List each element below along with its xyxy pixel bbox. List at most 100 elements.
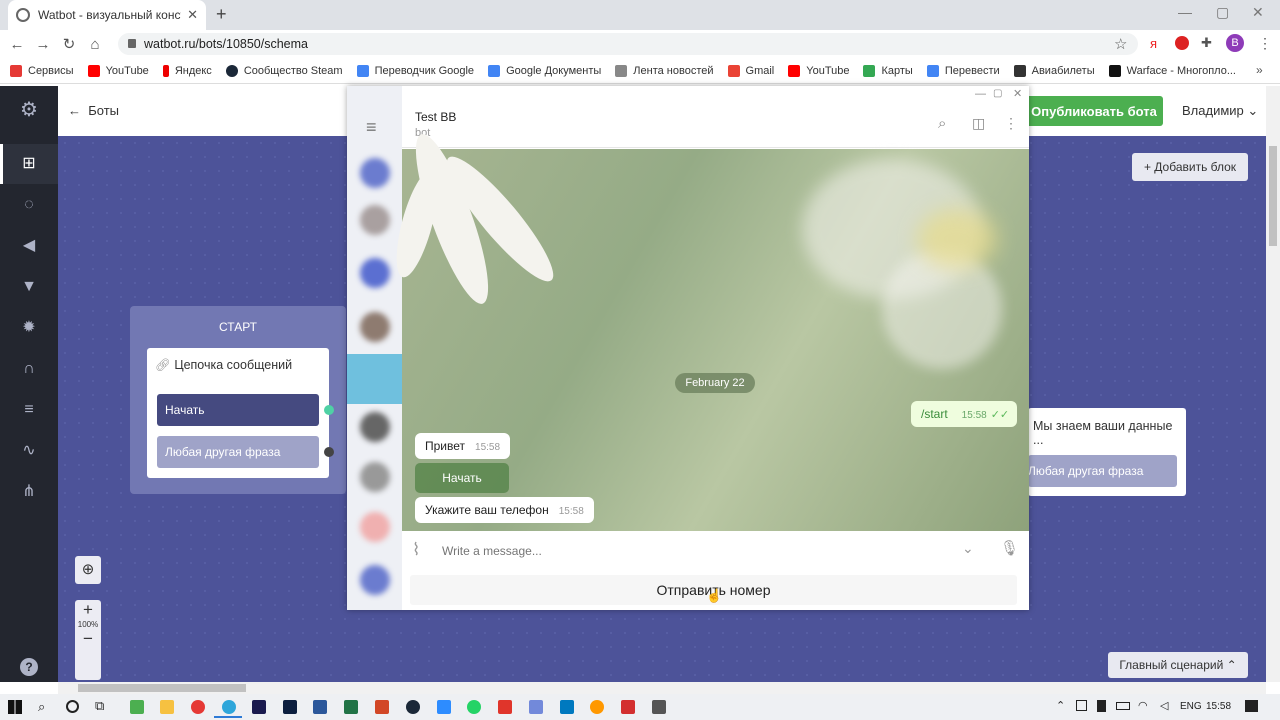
volume-icon[interactable]: ◁ bbox=[1160, 699, 1168, 712]
yandex-ext-icon[interactable]: я bbox=[1150, 36, 1157, 51]
close-window-icon[interactable]: ✕ bbox=[1252, 4, 1264, 21]
chat-avatar[interactable] bbox=[360, 512, 390, 542]
chain-button-other[interactable]: Любая другая фраза bbox=[157, 436, 319, 468]
bookmark-item[interactable]: Лента новостей bbox=[615, 64, 714, 77]
bookmark-item[interactable]: Gmail bbox=[727, 64, 774, 77]
bookmark-item[interactable]: Авиабилеты bbox=[1013, 64, 1095, 77]
publish-bot-button[interactable]: Опубликовать бота bbox=[1025, 96, 1163, 126]
steam-icon[interactable] bbox=[406, 700, 420, 714]
user-menu[interactable]: Владимир ⌄ bbox=[1182, 103, 1258, 119]
zoom-icon[interactable] bbox=[437, 700, 451, 714]
horizontal-scrollbar[interactable] bbox=[58, 682, 1266, 694]
more-icon[interactable]: ⋮ bbox=[1004, 115, 1018, 132]
url-field[interactable]: watbot.ru/bots/10850/schema bbox=[118, 33, 1138, 55]
attach-icon[interactable]: ⌇ bbox=[412, 540, 420, 560]
trello-icon[interactable] bbox=[560, 700, 574, 714]
main-scenario-button[interactable]: Главный сценарий ⌃ bbox=[1108, 652, 1248, 678]
search-icon[interactable]: ⌕ bbox=[938, 115, 946, 132]
scroll-thumb[interactable] bbox=[1269, 146, 1277, 246]
bookmark-item[interactable]: Перевести bbox=[926, 64, 1000, 77]
message-input[interactable] bbox=[442, 541, 942, 561]
chat-avatar[interactable] bbox=[360, 462, 390, 492]
forward-icon[interactable]: → bbox=[30, 36, 56, 53]
tray-icon[interactable] bbox=[1076, 700, 1087, 711]
chart-icon[interactable]: ∿ bbox=[17, 439, 41, 463]
bookmark-item[interactable]: Яндекс bbox=[162, 64, 212, 77]
profile-avatar[interactable]: В bbox=[1226, 34, 1244, 52]
search-taskbar-icon[interactable]: ⌕ bbox=[38, 699, 45, 715]
chat-avatar[interactable] bbox=[360, 412, 390, 442]
zoom-out-button[interactable]: − bbox=[75, 629, 101, 649]
chain-button-start[interactable]: Начать bbox=[157, 394, 319, 426]
gear-icon[interactable]: ✹ bbox=[17, 316, 41, 340]
help-icon[interactable]: ? bbox=[20, 658, 38, 676]
add-block-button[interactable]: + Добавить блок bbox=[1132, 153, 1248, 181]
zoom-in-button[interactable]: + bbox=[75, 600, 101, 620]
tab-close-icon[interactable]: ✕ bbox=[187, 7, 198, 23]
filter-icon[interactable]: ▼ bbox=[17, 275, 41, 299]
chat-avatar[interactable] bbox=[360, 205, 390, 235]
known-data-button[interactable]: Любая другая фраза bbox=[1028, 455, 1177, 487]
yandex-red-icon[interactable] bbox=[1175, 36, 1189, 50]
bookmark-item[interactable]: Warface - Многопло... bbox=[1108, 64, 1236, 77]
notifications-icon[interactable] bbox=[1245, 700, 1258, 712]
megaphone-icon[interactable]: ◀ bbox=[17, 234, 41, 258]
sitemap-icon[interactable]: ⊞ bbox=[17, 152, 41, 176]
tray-up-icon[interactable]: ⌃ bbox=[1056, 699, 1065, 712]
bookmark-item[interactable]: Google Документы bbox=[488, 64, 601, 77]
windows-start-icon[interactable] bbox=[8, 700, 22, 714]
settings-icon[interactable] bbox=[652, 700, 666, 714]
file-explorer-icon[interactable] bbox=[160, 700, 174, 714]
connector-dot[interactable] bbox=[324, 447, 334, 457]
excel-icon[interactable] bbox=[344, 700, 358, 714]
reload-icon[interactable]: ↻ bbox=[56, 35, 82, 53]
connector-dot[interactable] bbox=[324, 405, 334, 415]
task-view-icon[interactable]: ⧉ bbox=[95, 698, 104, 714]
integrations-icon[interactable]: ⋔ bbox=[17, 480, 41, 504]
app-icon[interactable] bbox=[498, 700, 512, 714]
chat-avatar[interactable] bbox=[360, 258, 390, 288]
browser-tab[interactable]: Watbot - визуальный конструкт ✕ bbox=[8, 0, 206, 30]
inline-start-button[interactable]: Начать bbox=[415, 463, 509, 493]
new-tab-icon[interactable]: + bbox=[216, 4, 227, 25]
powerpoint-icon[interactable] bbox=[375, 700, 389, 714]
battery-icon[interactable] bbox=[1116, 702, 1130, 710]
tray-icon[interactable] bbox=[1097, 700, 1106, 712]
photoshop-icon[interactable] bbox=[283, 700, 297, 714]
app-icon[interactable] bbox=[130, 700, 144, 714]
bookmark-item[interactable]: Карты bbox=[863, 64, 913, 77]
center-view-icon[interactable]: ⊕ bbox=[75, 556, 101, 584]
keyboard-toggle-icon[interactable]: ⌄ bbox=[962, 540, 974, 557]
telegram-icon[interactable] bbox=[222, 700, 236, 714]
whatsapp-icon[interactable] bbox=[467, 700, 481, 714]
premiere-icon[interactable] bbox=[252, 700, 266, 714]
bookmark-item[interactable]: YouTube bbox=[87, 64, 149, 77]
list-icon[interactable]: ≡ bbox=[17, 398, 41, 422]
logo-icon[interactable]: ⚙ bbox=[17, 98, 41, 122]
chat-icon[interactable]: ◌ bbox=[17, 193, 41, 217]
bookmark-item[interactable]: YouTube bbox=[788, 64, 849, 77]
bookmark-star-icon[interactable]: ☆ bbox=[1114, 35, 1127, 53]
bookmark-item[interactable]: Переводчик Google bbox=[356, 64, 474, 77]
maximize-icon[interactable]: ▢ bbox=[1216, 4, 1229, 21]
hamburger-icon[interactable]: ≡ bbox=[366, 117, 377, 138]
app-icon[interactable] bbox=[590, 700, 604, 714]
discord-icon[interactable] bbox=[529, 700, 543, 714]
chat-avatar[interactable] bbox=[360, 565, 390, 595]
wifi-icon[interactable]: ◠ bbox=[1138, 699, 1148, 712]
clock[interactable]: 15:58 bbox=[1206, 701, 1231, 712]
chat-item-selected[interactable] bbox=[347, 354, 402, 404]
language-indicator[interactable]: ENG bbox=[1180, 701, 1202, 712]
bookmarks-more-icon[interactable]: » bbox=[1256, 63, 1263, 77]
extensions-icon[interactable]: ✚ bbox=[1201, 35, 1212, 51]
vertical-scrollbar[interactable] bbox=[1266, 86, 1280, 682]
cortana-icon[interactable] bbox=[66, 700, 79, 713]
headset-icon[interactable]: ∩ bbox=[17, 357, 41, 381]
scroll-thumb[interactable] bbox=[78, 684, 246, 692]
bookmark-item[interactable]: Сервисы bbox=[10, 64, 74, 77]
app-icon[interactable] bbox=[621, 700, 635, 714]
chrome-icon[interactable] bbox=[191, 700, 205, 714]
word-icon[interactable] bbox=[313, 700, 327, 714]
back-to-bots-link[interactable]: ← Боты bbox=[68, 103, 119, 118]
chat-avatar[interactable] bbox=[360, 312, 390, 342]
